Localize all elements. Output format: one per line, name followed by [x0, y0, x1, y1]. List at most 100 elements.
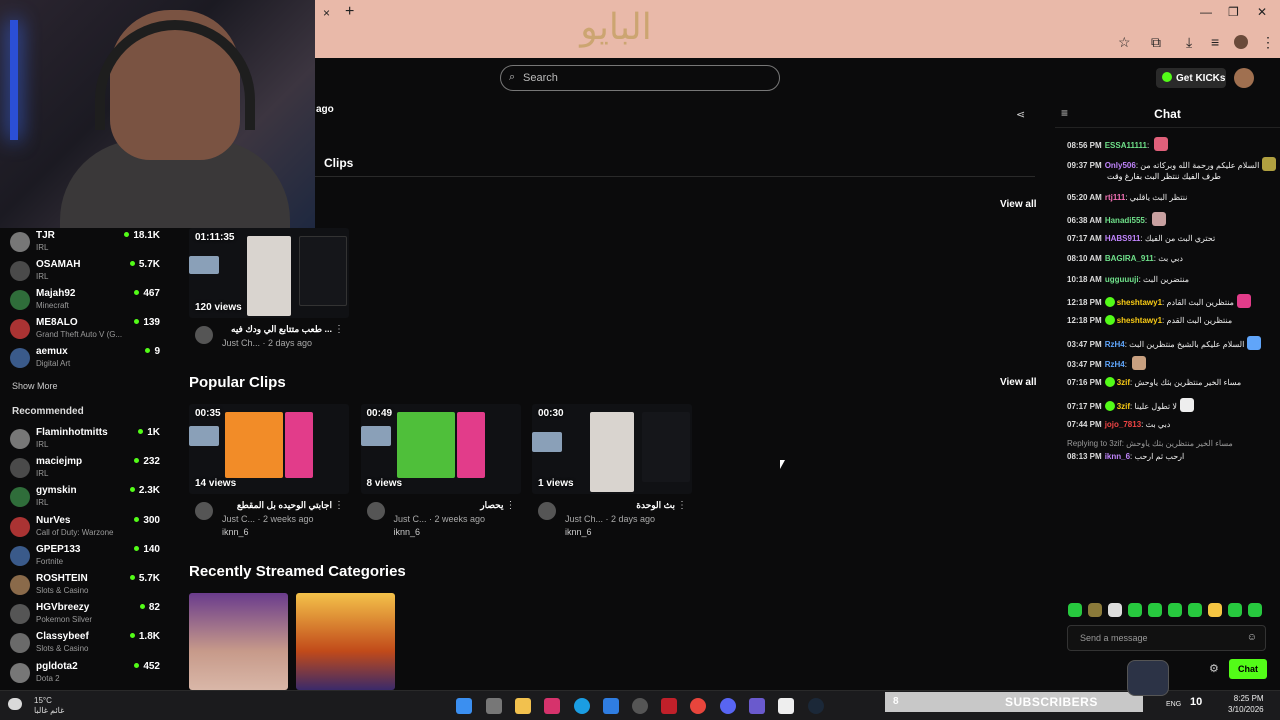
popular-clip-card[interactable]: 00:49 8 views يحصار Just C... · 2 weeks ago… — [360, 404, 521, 544]
latest-clip-card[interactable]: 01:11:35 120 views ... طعب متتابع الي ود… — [189, 228, 349, 368]
emote-icon[interactable] — [1228, 603, 1242, 617]
task-view-icon[interactable] — [486, 698, 502, 714]
message-username[interactable]: Only506 — [1105, 161, 1136, 170]
user-avatar[interactable] — [1234, 68, 1254, 88]
clip-menu-icon[interactable]: ⋮ — [334, 324, 344, 335]
emote-bar[interactable] — [1068, 603, 1268, 619]
sidebar-channel[interactable]: Majah92 Minecraft 467 — [10, 288, 160, 316]
chat-message-input[interactable]: Send a message ☺ — [1067, 625, 1266, 651]
sidebar-channel[interactable]: NurVes Call of Duty: Warzone 300 — [10, 515, 160, 543]
clip-title[interactable]: ... طعب متتابع الي ودك فيه — [222, 324, 332, 335]
message-username[interactable]: BAGIRA_911 — [1105, 254, 1154, 263]
show-more-link[interactable]: Show More — [12, 381, 58, 391]
language-indicator[interactable]: ENG — [1166, 701, 1181, 708]
share-icon[interactable]: ⋖ — [1016, 108, 1025, 121]
clip-menu-icon[interactable]: ⋮ — [677, 500, 687, 511]
clip-author[interactable]: iknn_6 — [394, 527, 421, 537]
clip-menu-icon[interactable]: ⋮ — [506, 500, 516, 511]
clock[interactable]: 8:25 PM 3/10/2026 — [1228, 693, 1264, 715]
discord-icon[interactable] — [720, 698, 736, 714]
more-menu-icon[interactable]: ⋮ — [1261, 34, 1275, 51]
message-username[interactable]: ugguuuji — [1105, 275, 1139, 284]
tab-clips[interactable]: Clips — [324, 156, 353, 170]
message-username[interactable]: iknn_6 — [1105, 452, 1130, 461]
start-icon[interactable] — [456, 698, 472, 714]
adobe-icon[interactable] — [661, 698, 677, 714]
emote-icon[interactable] — [1088, 603, 1102, 617]
minimize-icon[interactable]: — — [1200, 5, 1212, 19]
sidebar-channel[interactable]: aemux Digital Art 9 — [10, 346, 160, 374]
file-explorer-icon[interactable] — [515, 698, 531, 714]
emote-icon[interactable] — [1188, 603, 1202, 617]
emote-icon[interactable] — [1168, 603, 1182, 617]
emote-icon[interactable] — [1248, 603, 1262, 617]
chrome-icon[interactable] — [690, 698, 706, 714]
store-icon[interactable] — [603, 698, 619, 714]
sidebar-channel[interactable]: Classybeef Slots & Casino 1.8K — [10, 631, 160, 659]
bookmark-star-icon[interactable]: ☆ — [1118, 34, 1131, 51]
profile-avatar[interactable] — [1234, 35, 1248, 49]
clip-thumbnail[interactable]: 00:30 1 views — [532, 404, 692, 494]
popular-clip-card[interactable]: 00:30 1 views بث الوحدة Just Ch... · 2 days… — [532, 404, 692, 544]
maximize-icon[interactable]: ❐ — [1228, 5, 1239, 19]
clip-author[interactable]: iknn_6 — [565, 527, 592, 537]
app-icon-2[interactable] — [749, 698, 765, 714]
category-card-just-chatting[interactable] — [189, 593, 288, 690]
sidebar-channel[interactable]: ME8ALO Grand Theft Auto V (G... 139 — [10, 317, 160, 345]
message-username[interactable]: RzH4 — [1105, 340, 1125, 349]
sidebar-channel[interactable]: Flaminhotmitts IRL 1K — [10, 427, 160, 455]
media-icon[interactable]: ≡ — [1211, 34, 1219, 50]
popular-clip-card[interactable]: 00:35 14 views اجابتي الوحيده بل المقطع Jus… — [189, 404, 349, 544]
emote-icon[interactable] — [1128, 603, 1142, 617]
message-username[interactable]: sheshtawy1 — [1117, 298, 1162, 307]
emote-icon[interactable] — [1148, 603, 1162, 617]
message-username[interactable]: RzH4 — [1105, 360, 1125, 369]
clip-title[interactable]: يحصار — [394, 500, 503, 511]
sidebar-channel[interactable]: pgldota2 Dota 2 452 — [10, 661, 160, 689]
sidebar-channel[interactable]: HGVbreezy Pokemon Silver 82 — [10, 602, 160, 630]
emoji-picker-icon[interactable]: ☺ — [1247, 632, 1257, 643]
sidebar-channel[interactable]: GPEP133 Fortnite 140 — [10, 544, 160, 572]
sidebar-channel[interactable]: gymskin IRL 2.3K — [10, 485, 160, 513]
sidebar-channel[interactable]: ROSHTEIN Slots & Casino 5.7K — [10, 573, 160, 601]
window-close-icon[interactable]: ✕ — [1257, 5, 1267, 19]
download-icon[interactable]: ⤓ — [1186, 34, 1192, 51]
message-username[interactable]: 3zif — [1117, 402, 1130, 411]
message-username[interactable]: 3zif — [1117, 378, 1130, 387]
new-tab-icon[interactable]: + — [345, 3, 354, 21]
emote-icon[interactable] — [1108, 603, 1122, 617]
clip-thumbnail[interactable]: 00:35 14 views — [189, 404, 349, 494]
address-bar[interactable]: ☆ ⧉ ⤓ ≡ ⋮ — [315, 28, 1280, 58]
message-username[interactable]: jojo_7813 — [1105, 420, 1141, 429]
sidebar-channel[interactable]: OSAMAH IRL 5.7K — [10, 259, 160, 287]
close-tab-icon[interactable]: × — [323, 6, 330, 20]
get-kicks-button[interactable]: Get KICKs — [1156, 68, 1226, 88]
category-card-game[interactable] — [296, 593, 395, 690]
clip-thumbnail[interactable]: 00:49 8 views — [360, 404, 521, 494]
emote-icon[interactable] — [1068, 603, 1082, 617]
send-chat-button[interactable]: Chat — [1229, 659, 1267, 679]
message-username[interactable]: HABS911 — [1105, 234, 1141, 243]
clip-thumbnail[interactable]: 01:11:35 120 views — [189, 228, 349, 318]
view-all-popular-link[interactable]: View all — [1000, 377, 1037, 388]
search-input[interactable]: ⌕ Search — [500, 65, 780, 91]
message-username[interactable]: rtj111 — [1105, 193, 1125, 202]
app-icon[interactable] — [544, 698, 560, 714]
view-all-clips-link[interactable]: View all — [1000, 199, 1037, 210]
sidebar-channel[interactable]: maciejmp IRL 232 — [10, 456, 160, 484]
sidebar-channel[interactable]: TJR IRL 18.1K — [10, 230, 160, 258]
steam-icon[interactable] — [808, 698, 824, 714]
obs-icon[interactable] — [632, 698, 648, 714]
edge-icon[interactable] — [574, 698, 590, 714]
emote-icon[interactable] — [1208, 603, 1222, 617]
message-username[interactable]: Hanadi555 — [1105, 216, 1145, 225]
message-username[interactable]: ESSA11111 — [1105, 141, 1147, 150]
message-username[interactable]: sheshtawy1 — [1117, 316, 1162, 325]
capcut-icon[interactable] — [778, 698, 794, 714]
clip-menu-icon[interactable]: ⋮ — [334, 500, 344, 511]
chat-settings-icon[interactable]: ⚙ — [1209, 662, 1219, 675]
clip-author[interactable]: iknn_6 — [222, 527, 249, 537]
clip-title[interactable]: اجابتي الوحيده بل المقطع — [222, 500, 332, 511]
clip-title[interactable]: بث الوحدة — [565, 500, 675, 511]
extensions-icon[interactable]: ⧉ — [1151, 34, 1161, 51]
